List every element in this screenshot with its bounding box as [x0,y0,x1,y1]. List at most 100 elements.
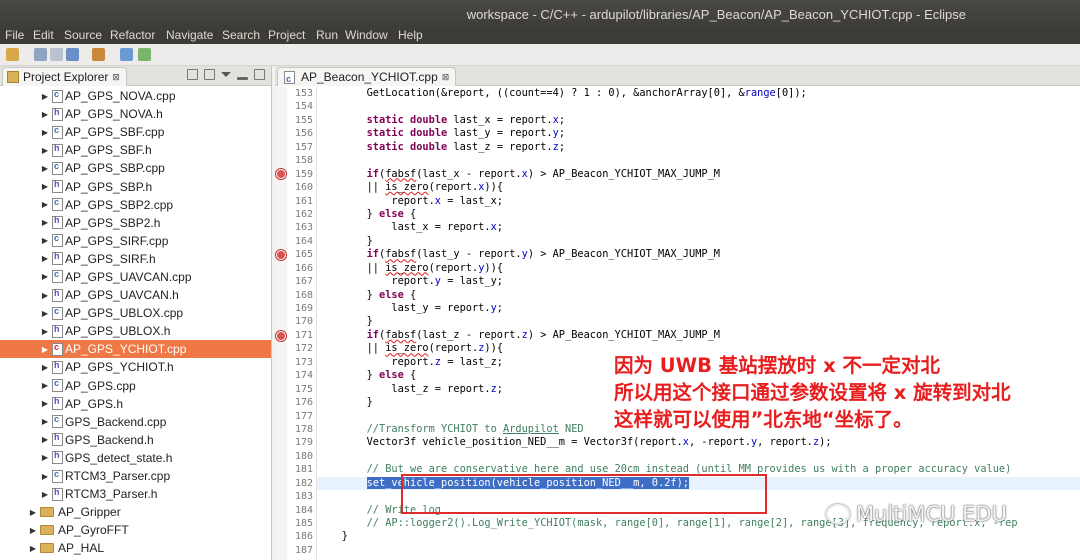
tree-item[interactable]: ▶ AP_GPS.cpp [0,377,271,395]
code-line[interactable]: } [317,315,1080,328]
expand-arrow-icon[interactable]: ▶ [40,110,50,119]
marker-gutter[interactable] [275,87,287,560]
tree-folder[interactable]: ▶ AP_HAL [0,539,271,557]
tree-item[interactable]: ▶ AP_GPS_NOVA.cpp [0,87,271,105]
tree-item[interactable]: ▶ RTCM3_Parser.cpp [0,467,271,485]
tree-item[interactable]: ▶ AP_GPS_UBLOX.cpp [0,304,271,322]
code-line[interactable]: } else { [317,289,1080,302]
code-line[interactable] [317,450,1080,463]
expand-arrow-icon[interactable]: ▶ [40,490,50,499]
menu-project[interactable]: Project [268,28,305,42]
code-line[interactable]: } else { [317,208,1080,221]
new-icon[interactable] [6,48,19,61]
tree-item[interactable]: ▶ AP_GPS_SBP2.cpp [0,196,271,214]
code-line[interactable]: Vector3f vehicle_position_NED__m = Vecto… [317,436,1080,449]
code-line[interactable]: if(fabsf(last_y - report.y) > AP_Beacon_… [317,248,1080,261]
expand-arrow-icon[interactable]: ▶ [40,236,50,245]
expand-arrow-icon[interactable]: ▶ [40,363,50,372]
close-icon[interactable]: ⊠ [112,68,120,86]
tree-item[interactable]: ▶ AP_GPS_YCHIOT.cpp [0,340,271,359]
expand-arrow-icon[interactable]: ▶ [40,164,50,173]
expand-arrow-icon[interactable]: ▶ [40,399,50,408]
code-line[interactable]: last_y = report.y; [317,302,1080,315]
tree-folder[interactable]: ▶ AP_GyroFFT [0,521,271,539]
code-line[interactable] [317,100,1080,113]
expand-arrow-icon[interactable]: ▶ [40,218,50,227]
warning-marker-icon[interactable] [276,249,286,260]
expand-arrow-icon[interactable]: ▶ [40,182,50,191]
close-icon[interactable]: ⊠ [442,68,450,86]
menu-help[interactable]: Help [398,28,423,42]
tab-editor-file[interactable]: AP_Beacon_YCHIOT.cpp ⊠ [277,67,457,88]
code-line[interactable]: last_x = report.x; [317,221,1080,234]
debug-icon[interactable] [120,48,133,61]
menu-search[interactable]: Search [222,28,260,42]
expand-arrow-icon[interactable]: ▶ [40,146,50,155]
tree-item[interactable]: ▶ GPS_detect_state.h [0,449,271,467]
tree-item[interactable]: ▶ AP_GPS_UAVCAN.cpp [0,268,271,286]
view-menu-icon[interactable] [221,72,231,77]
save-all-icon[interactable] [50,48,63,61]
menu-edit[interactable]: Edit [33,28,54,42]
code-line[interactable]: if(fabsf(last_z - report.z) > AP_Beacon_… [317,329,1080,342]
expand-arrow-icon[interactable]: ▶ [40,345,50,354]
tree-item[interactable]: ▶ GPS_Backend.h [0,431,271,449]
code-line[interactable]: } [317,235,1080,248]
minimize-icon[interactable] [237,77,248,80]
tree-item[interactable]: ▶ RTCM3_Parser.h [0,485,271,503]
tree-item[interactable]: ▶ AP_GPS_SBF.h [0,141,271,159]
code-line[interactable]: || is_zero(report.y)){ [317,262,1080,275]
expand-arrow-icon[interactable]: ▶ [40,291,50,300]
collapse-all-icon[interactable] [187,69,198,80]
build-icon[interactable] [92,48,105,61]
expand-arrow-icon[interactable]: ▶ [40,435,50,444]
menu-navigate[interactable]: Navigate [166,28,213,42]
expand-arrow-icon[interactable]: ▶ [40,327,50,336]
properties-icon[interactable] [66,48,79,61]
expand-arrow-icon[interactable]: ▶ [40,472,50,481]
expand-arrow-icon[interactable]: ▶ [40,381,50,390]
code-line[interactable] [317,154,1080,167]
maximize-icon[interactable] [254,69,265,80]
code-line[interactable]: GetLocation(&report, ((count==4) ? 1 : 0… [317,87,1080,100]
code-line[interactable] [317,544,1080,557]
tree-item[interactable]: ▶ AP_GPS_SIRF.cpp [0,232,271,250]
expand-arrow-icon[interactable]: ▶ [40,309,50,318]
tree-item[interactable]: ▶ AP_GPS.h [0,395,271,413]
tab-project-explorer[interactable]: Project Explorer ⊠ [2,67,127,86]
tree-item[interactable]: ▶ GPS_Backend.cpp [0,413,271,431]
warning-marker-icon[interactable] [276,330,286,341]
menu-window[interactable]: Window [345,28,388,42]
code-line[interactable]: || is_zero(report.x)){ [317,181,1080,194]
tree-item[interactable]: ▶ AP_GPS_SBP2.h [0,214,271,232]
expand-arrow-icon[interactable]: ▶ [40,200,50,209]
code-line[interactable]: static double last_z = report.z; [317,141,1080,154]
code-line[interactable]: report.y = last_y; [317,275,1080,288]
tree-item[interactable]: ▶ AP_GPS_SBP.h [0,177,271,195]
expand-arrow-icon[interactable]: ▶ [40,453,50,462]
tree-item[interactable]: ▶ AP_GPS_SBF.cpp [0,123,271,141]
tree-item[interactable]: ▶ AP_GPS_SIRF.h [0,250,271,268]
save-icon[interactable] [34,48,47,61]
expand-arrow-icon[interactable]: ▶ [28,526,38,535]
link-editor-icon[interactable] [204,69,215,80]
code-line[interactable]: } [317,530,1080,543]
menu-file[interactable]: File [5,28,24,42]
warning-marker-icon[interactable] [276,169,286,180]
expand-arrow-icon[interactable]: ▶ [40,417,50,426]
code-line[interactable]: if(fabsf(last_x - report.x) > AP_Beacon_… [317,168,1080,181]
run-icon[interactable] [138,48,151,61]
menu-source[interactable]: Source [64,28,102,42]
tree-item[interactable]: ▶ AP_GPS_UAVCAN.h [0,286,271,304]
code-line[interactable]: report.x = last_x; [317,195,1080,208]
expand-arrow-icon[interactable]: ▶ [40,92,50,101]
expand-arrow-icon[interactable]: ▶ [28,508,38,517]
expand-arrow-icon[interactable]: ▶ [28,544,38,553]
tree-folder[interactable]: ▶ AP_Gripper [0,503,271,521]
menu-refactor[interactable]: Refactor [110,28,155,42]
expand-arrow-icon[interactable]: ▶ [40,272,50,281]
expand-arrow-icon[interactable]: ▶ [40,254,50,263]
expand-arrow-icon[interactable]: ▶ [40,128,50,137]
tree-item[interactable]: ▶ AP_GPS_SBP.cpp [0,159,271,177]
code-line[interactable]: static double last_y = report.y; [317,127,1080,140]
